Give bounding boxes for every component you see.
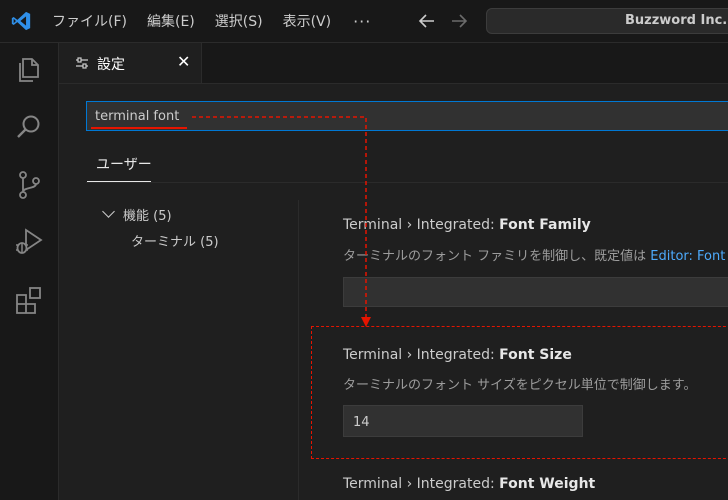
annotation-arrow xyxy=(192,116,371,327)
